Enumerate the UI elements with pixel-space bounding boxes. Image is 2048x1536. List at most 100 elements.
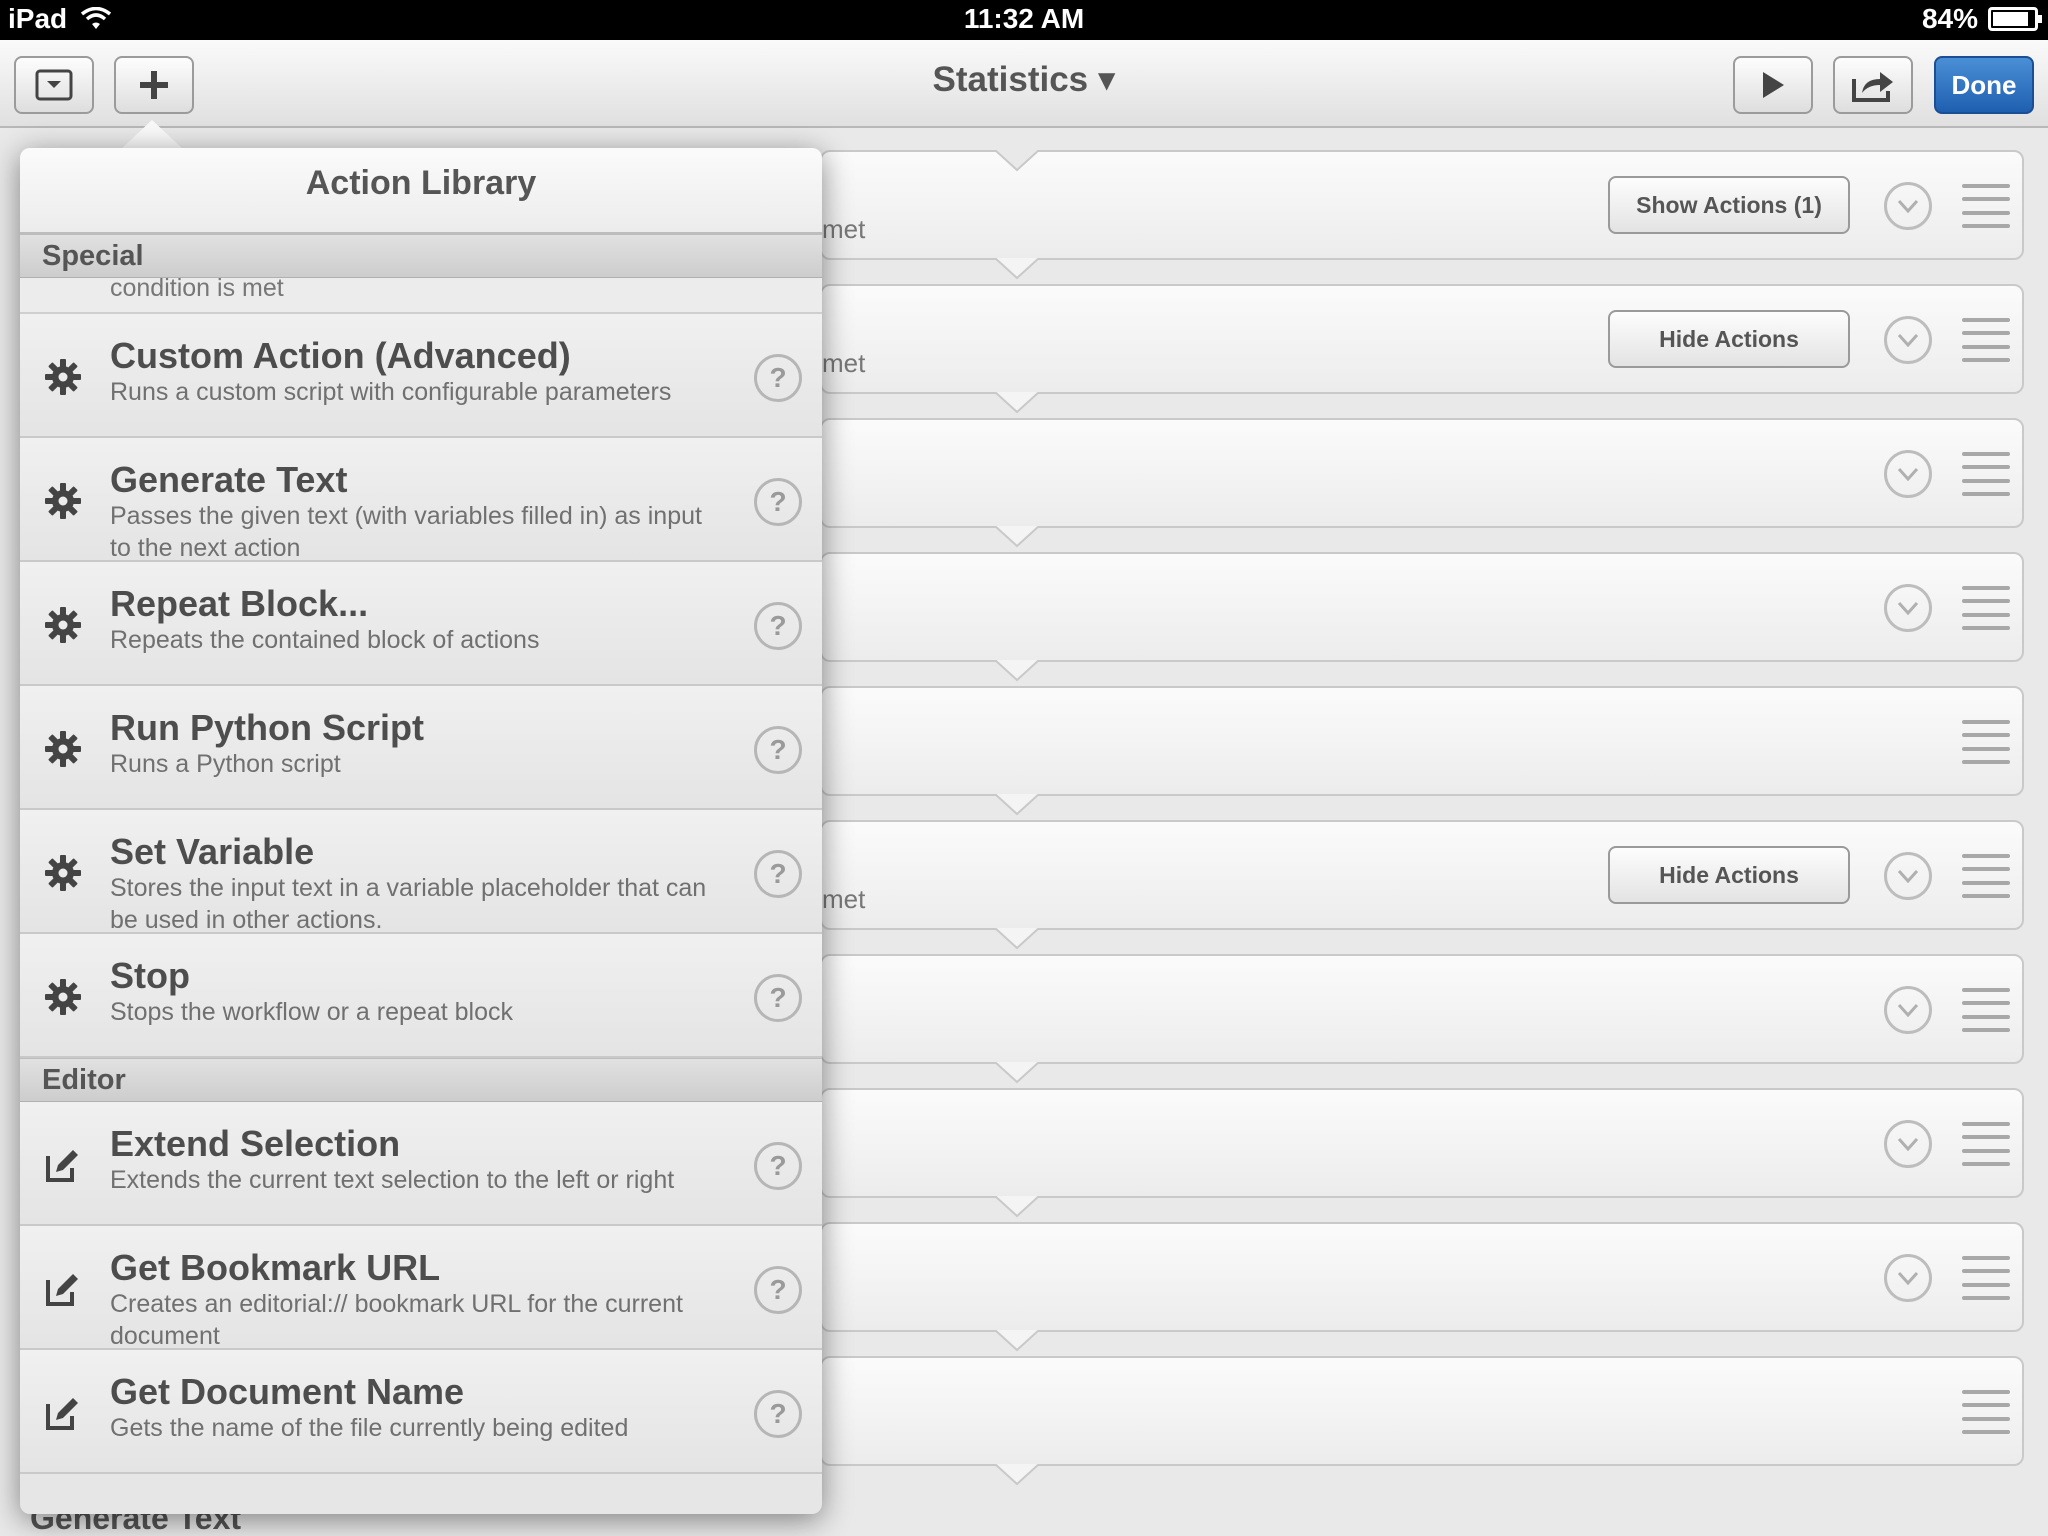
edit-icon — [44, 1270, 82, 1308]
action-description: Gets the name of the file currently bein… — [110, 1414, 629, 1442]
chevron-down-icon[interactable] — [1884, 852, 1932, 900]
drag-handle-icon[interactable] — [1962, 988, 2010, 1032]
gear-icon — [44, 482, 82, 520]
workflow-action-card[interactable] — [820, 1088, 2024, 1198]
action-description: Runs a custom script with configurable p… — [110, 378, 672, 406]
toggle-actions-button[interactable]: Hide Actions — [1608, 846, 1850, 904]
run-button[interactable] — [1733, 56, 1813, 114]
help-icon[interactable]: ? — [754, 726, 802, 774]
connector-arrow — [994, 391, 1040, 414]
dismiss-keyboard-button[interactable] — [14, 56, 94, 114]
connector-arrow — [994, 149, 1040, 172]
connector-arrow — [994, 927, 1040, 950]
help-icon[interactable]: ? — [754, 354, 802, 402]
action-description: Extends the current text selection to th… — [110, 1166, 675, 1194]
connector-arrow — [994, 257, 1040, 280]
action-title: Run Python Script — [110, 707, 424, 748]
connector-arrow — [994, 1329, 1040, 1352]
chevron-down-icon[interactable] — [1884, 1120, 1932, 1168]
chevron-down-icon[interactable] — [1884, 316, 1932, 364]
workflow-action-card[interactable] — [820, 1222, 2024, 1332]
play-icon — [1763, 72, 1784, 98]
action-description: Repeats the contained block of actions — [110, 626, 540, 654]
help-icon[interactable]: ? — [754, 850, 802, 898]
gear-icon — [44, 606, 82, 644]
share-button[interactable] — [1833, 56, 1913, 114]
drag-handle-icon[interactable] — [1962, 184, 2010, 228]
toolbar: Statistics ▾ Done — [0, 40, 2048, 128]
chevron-down-icon[interactable] — [1884, 1254, 1932, 1302]
workflow-action-card[interactable] — [820, 686, 2024, 796]
toggle-actions-button[interactable]: Show Actions (1) — [1608, 176, 1850, 234]
battery-icon — [1988, 7, 2042, 31]
help-icon[interactable]: ? — [754, 478, 802, 526]
workflow-action-card[interactable]: met Hide Actions — [820, 284, 2024, 394]
connector-arrow — [994, 1195, 1040, 1218]
connector-arrow — [994, 659, 1040, 682]
action-row[interactable]: Generate Text Passes the given text (with… — [20, 438, 822, 562]
action-title: Get Document Name — [110, 1371, 465, 1412]
connector-arrow — [994, 1463, 1040, 1486]
toggle-actions-button[interactable]: Hide Actions — [1608, 310, 1850, 368]
workflow-action-card[interactable]: met Hide Actions — [820, 820, 2024, 930]
action-row[interactable]: Run Python Script Runs a Python script? — [20, 686, 822, 810]
chevron-down-icon[interactable] — [1884, 986, 1932, 1034]
help-icon[interactable]: ? — [754, 602, 802, 650]
drag-handle-icon[interactable] — [1962, 720, 2010, 764]
action-description: Stores the input text in a variable plac… — [110, 874, 707, 934]
workflow-action-card[interactable] — [820, 954, 2024, 1064]
share-icon — [1852, 72, 1893, 102]
action-row[interactable]: Get Bookmark URL Creates an editorial:// … — [20, 1226, 822, 1350]
edit-icon — [44, 1146, 82, 1184]
battery-percent: 84% — [1921, 3, 1978, 34]
gear-icon — [44, 730, 82, 768]
chevron-down-icon[interactable] — [1884, 584, 1932, 632]
action-title: Stop — [110, 955, 190, 996]
action-title: Repeat Block... — [110, 583, 369, 624]
gear-icon — [44, 978, 82, 1016]
card-subtitle: met — [822, 214, 866, 244]
action-title: Get Bookmark URL — [110, 1247, 441, 1288]
drag-handle-icon[interactable] — [1962, 1390, 2010, 1434]
action-description: Creates an editorial:// bookmark URL for… — [110, 1290, 683, 1350]
action-library-popover: Action Library Special condition is met … — [20, 148, 822, 1514]
action-title: Extend Selection — [110, 1123, 401, 1164]
section-header-editor: Editor — [20, 1058, 822, 1102]
workflow-action-card[interactable] — [820, 552, 2024, 662]
action-title: Generate Text — [110, 459, 348, 500]
add-action-button[interactable] — [114, 56, 194, 114]
action-description: Runs a Python script — [110, 750, 341, 778]
action-row[interactable]: Set Variable Stores the input text in a v… — [20, 810, 822, 934]
drag-handle-icon[interactable] — [1962, 318, 2010, 362]
workflow-action-card[interactable] — [820, 418, 2024, 528]
workflow-title-menu[interactable]: Statistics ▾ — [933, 60, 1116, 99]
drag-handle-icon[interactable] — [1962, 1256, 2010, 1300]
action-row[interactable]: Repeat Block... Repeats the contained blo… — [20, 562, 822, 686]
popover-title: Action Library — [20, 148, 822, 234]
action-row[interactable]: Custom Action (Advanced) Runs a custom sc… — [20, 314, 822, 438]
list-item-partial[interactable]: condition is met — [20, 276, 822, 314]
popover-arrow — [120, 120, 184, 150]
drag-handle-icon[interactable] — [1962, 452, 2010, 496]
help-icon[interactable]: ? — [754, 1266, 802, 1314]
action-row[interactable]: Extend Selection Extends the current text… — [20, 1102, 822, 1226]
help-icon[interactable]: ? — [754, 1142, 802, 1190]
action-row[interactable]: Stop Stops the workflow or a repeat block… — [20, 934, 822, 1058]
action-title: Custom Action (Advanced) — [110, 335, 571, 376]
chevron-down-icon[interactable] — [1884, 450, 1932, 498]
plus-icon — [140, 71, 168, 99]
action-row[interactable]: Get Document Name Gets the name of the fi… — [20, 1350, 822, 1474]
drag-handle-icon[interactable] — [1962, 854, 2010, 898]
edit-icon — [44, 1394, 82, 1432]
tray-down-icon — [35, 69, 73, 101]
drag-handle-icon[interactable] — [1962, 1122, 2010, 1166]
connector-arrow — [994, 793, 1040, 816]
connector-arrow — [994, 1061, 1040, 1084]
done-button[interactable]: Done — [1934, 56, 2034, 114]
help-icon[interactable]: ? — [754, 974, 802, 1022]
chevron-down-icon[interactable] — [1884, 182, 1932, 230]
workflow-action-card[interactable] — [820, 1356, 2024, 1466]
help-icon[interactable]: ? — [754, 1390, 802, 1438]
gear-icon — [44, 358, 82, 396]
drag-handle-icon[interactable] — [1962, 586, 2010, 630]
